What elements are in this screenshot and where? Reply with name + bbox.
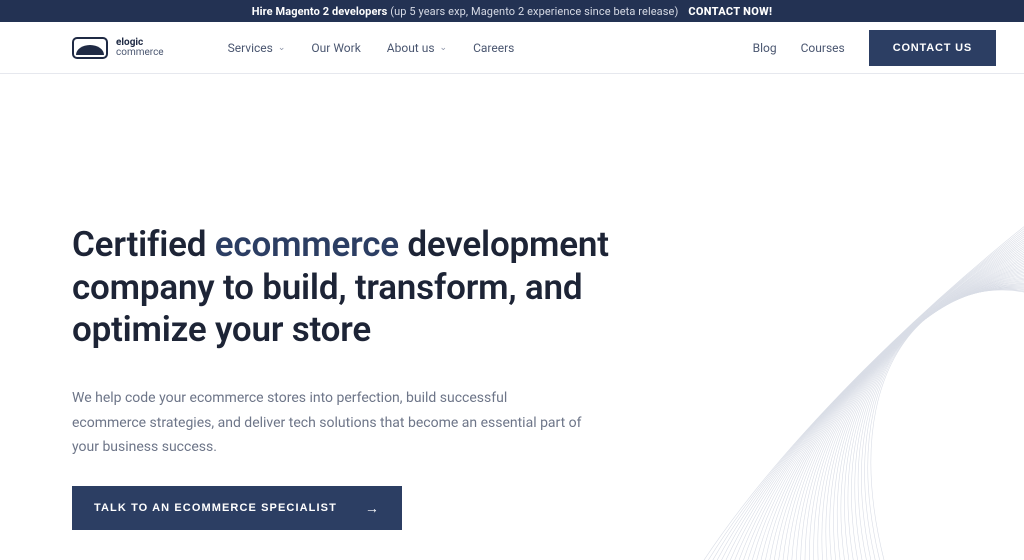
logo-line1: elogic: [116, 38, 164, 48]
logo-icon: [72, 37, 108, 59]
primary-nav: Services ⌄ Our Work About us ⌄ Careers: [228, 41, 515, 55]
talk-to-specialist-button[interactable]: TALK TO AN ECOMMERCE SPECIALIST →: [72, 486, 402, 530]
chevron-down-icon: ⌄: [440, 43, 448, 53]
logo-line2: commerce: [116, 48, 164, 58]
logo-text: elogic commerce: [116, 38, 164, 58]
decorative-waves: [664, 140, 1024, 560]
hero-subtitle: We help code your ecommerce stores into …: [72, 386, 582, 460]
nav-our-work-label: Our Work: [311, 41, 360, 55]
nav-services[interactable]: Services ⌄: [228, 41, 286, 55]
nav-services-label: Services: [228, 41, 273, 55]
nav-our-work[interactable]: Our Work: [311, 41, 360, 55]
hero-title: Certified ecommerce development company …: [72, 224, 620, 352]
talk-to-specialist-label: TALK TO AN ECOMMERCE SPECIALIST: [94, 502, 337, 514]
chevron-down-icon: ⌄: [278, 43, 286, 53]
announcement-cta-link[interactable]: CONTACT NOW!: [688, 5, 772, 18]
hero-title-accent: ecommerce: [215, 224, 399, 265]
hero-section: Certified ecommerce development company …: [0, 74, 620, 530]
nav-courses[interactable]: Courses: [801, 41, 845, 55]
logo-link[interactable]: elogic commerce: [72, 37, 164, 59]
announcement-lead-text: Hire Magento 2 developers: [252, 5, 388, 18]
nav-about-us[interactable]: About us ⌄: [387, 41, 447, 55]
contact-us-button[interactable]: CONTACT US: [869, 30, 996, 66]
nav-blog[interactable]: Blog: [753, 41, 777, 55]
announcement-lead: Hire Magento 2 developers (up 5 years ex…: [252, 5, 679, 18]
hero-title-pre: Certified: [72, 224, 215, 265]
secondary-nav: Blog Courses CONTACT US: [753, 30, 996, 66]
nav-about-us-label: About us: [387, 41, 435, 55]
announcement-sub-text: (up 5 years exp, Magento 2 experience si…: [390, 5, 678, 18]
announcement-bar: Hire Magento 2 developers (up 5 years ex…: [0, 0, 1024, 22]
nav-careers-label: Careers: [473, 41, 514, 55]
arrow-right-icon: →: [365, 500, 380, 516]
nav-careers[interactable]: Careers: [473, 41, 514, 55]
site-header: elogic commerce Services ⌄ Our Work Abou…: [0, 22, 1024, 74]
